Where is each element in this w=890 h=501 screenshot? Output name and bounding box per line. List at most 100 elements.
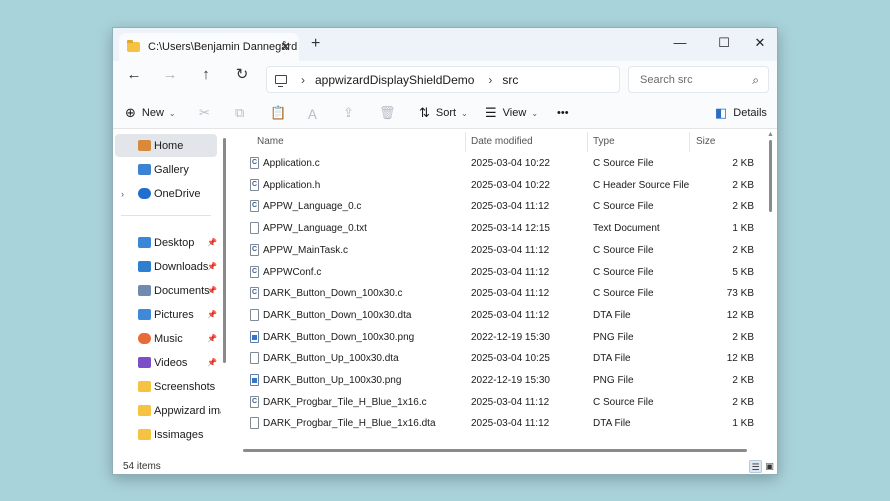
- table-row[interactable]: C Application.h 2025-03-04 10:22 C Header S…: [233, 174, 773, 196]
- column-divider[interactable]: [689, 132, 690, 152]
- horizontal-scrollbar[interactable]: [235, 447, 765, 453]
- back-button[interactable]: ←: [123, 64, 145, 86]
- breadcrumb-src[interactable]: src: [502, 73, 518, 87]
- file-date-modified: 2025-03-04 11:12: [471, 288, 550, 300]
- cut-button[interactable]: ✂: [199, 104, 216, 122]
- sidebar-item-videos[interactable]: Videos 📌: [115, 351, 217, 374]
- view-button[interactable]: ☰ View ⌄: [485, 104, 538, 122]
- sidebar-item-downloads[interactable]: Downloads 📌: [115, 255, 217, 278]
- column-header-date[interactable]: Date modified: [471, 136, 533, 147]
- sidebar-scrollbar[interactable]: [223, 138, 226, 363]
- folder-icon: [138, 429, 151, 440]
- search-input[interactable]: Search src: [640, 74, 693, 86]
- file-date-modified: 2025-03-04 11:12: [471, 266, 550, 278]
- refresh-button[interactable]: ↻: [231, 64, 253, 86]
- sort-button[interactable]: ⇅ Sort ⌄: [419, 104, 468, 122]
- column-header-type[interactable]: Type: [593, 136, 615, 147]
- close-window-button[interactable]: ✕: [745, 32, 775, 54]
- c-file-icon: C: [250, 265, 259, 278]
- table-row[interactable]: C Application.c 2025-03-04 10:22 C Source F…: [233, 152, 773, 174]
- tiles-view-button[interactable]: ▣: [763, 460, 776, 473]
- file-type: Text Document: [593, 223, 660, 235]
- table-row[interactable]: C DARK_Progbar_Tile_H_Blue_1x16.c 2025-03-…: [233, 391, 773, 413]
- sidebar-item-documents[interactable]: Documents 📌: [115, 279, 217, 302]
- sidebar-item-music[interactable]: Music 📌: [115, 327, 217, 350]
- table-row[interactable]: C APPWConf.c 2025-03-04 11:12 C Source File…: [233, 261, 773, 283]
- tab-current-folder[interactable]: C:\Users\Benjamin Dannegård ✕: [119, 33, 299, 61]
- sidebar-item-label: Gallery: [154, 163, 189, 176]
- sidebar-item-gallery[interactable]: Gallery: [115, 158, 217, 181]
- table-row[interactable]: DARK_Button_Up_100x30.dta 2025-03-04 10:2…: [233, 347, 773, 369]
- title-bar: C:\Users\Benjamin Dannegård ✕ + — ☐ ✕: [113, 28, 777, 61]
- rename-button[interactable]: Ａ: [306, 104, 325, 122]
- column-header-name[interactable]: Name: [257, 136, 284, 147]
- more-options-button[interactable]: •••: [557, 104, 569, 122]
- new-tab-button[interactable]: +: [311, 35, 320, 53]
- copy-button[interactable]: ⧉: [235, 104, 250, 122]
- table-row[interactable]: APPW_Language_0.txt 2025-03-14 12:15 Text …: [233, 217, 773, 239]
- pin-icon: 📌: [207, 262, 217, 271]
- file-type: PNG File: [593, 331, 634, 343]
- sidebar-item-label: Issimages: [154, 428, 204, 441]
- tab-close-icon[interactable]: ✕: [280, 39, 291, 55]
- music-icon: [138, 333, 151, 344]
- delete-button[interactable]: 🗑: [379, 104, 402, 122]
- sidebar-divider: [121, 215, 211, 216]
- table-row[interactable]: DARK_Progbar_Tile_H_Blue_1x16.dta 2025-03…: [233, 412, 773, 434]
- item-count: 54 items: [123, 461, 161, 472]
- file-size: 2 KB: [732, 158, 754, 169]
- breadcrumb-chevron-icon[interactable]: ›: [301, 73, 305, 87]
- pin-icon: 📌: [207, 334, 217, 343]
- table-row[interactable]: C DARK_Button_Down_100x30.c 2025-03-04 11:…: [233, 282, 773, 304]
- forward-button[interactable]: →: [159, 64, 181, 86]
- chevron-down-icon: ⌄: [531, 108, 539, 118]
- c-file-icon: C: [250, 178, 259, 191]
- sidebar-item-onedrive[interactable]: › OneDrive: [115, 182, 217, 205]
- column-header-size[interactable]: Size: [696, 136, 715, 147]
- up-button[interactable]: ↑: [195, 64, 217, 86]
- file-date-modified: 2025-03-04 10:22: [471, 158, 550, 169]
- file-name: APPWConf.c: [263, 266, 322, 278]
- file-size: 2 KB: [732, 396, 754, 408]
- sidebar-item-issimages[interactable]: Issimages: [115, 423, 217, 446]
- maximize-button[interactable]: ☐: [709, 32, 739, 54]
- file-size: 2 KB: [732, 244, 754, 256]
- table-row[interactable]: DARK_Button_Up_100x30.png 2022-12-19 15:3…: [233, 369, 773, 391]
- breadcrumb-chevron-icon[interactable]: ›: [488, 73, 492, 87]
- download-icon: [138, 261, 151, 272]
- table-row[interactable]: DARK_Button_Down_100x30.png 2022-12-19 15…: [233, 326, 773, 348]
- file-date-modified: 2025-03-04 11:12: [471, 418, 550, 430]
- details-view-button[interactable]: ☰: [749, 460, 762, 473]
- details-label: Details: [733, 107, 767, 119]
- sidebar-item-home[interactable]: Home: [115, 134, 217, 157]
- search-box[interactable]: Search src ⌕: [628, 66, 769, 93]
- file-name: APPW_Language_0.c: [263, 201, 362, 213]
- breadcrumb-appwizard[interactable]: appwizardDisplayShieldDemo: [315, 73, 474, 87]
- new-label: New: [141, 107, 164, 119]
- column-divider[interactable]: [465, 132, 466, 152]
- file-list-scrollbar[interactable]: [769, 140, 772, 212]
- sidebar-item-screenshots[interactable]: Screenshots: [115, 375, 217, 398]
- new-button[interactable]: ⊕ New ⌄: [125, 104, 176, 122]
- horizontal-scrollbar-thumb[interactable]: [243, 449, 747, 452]
- scissors-icon: ✂: [199, 105, 210, 120]
- expand-chevron-icon[interactable]: ›: [121, 189, 124, 199]
- paste-button[interactable]: 📋: [270, 104, 292, 122]
- minimize-button[interactable]: —: [665, 32, 695, 54]
- sidebar-item-pictures[interactable]: Pictures 📌: [115, 303, 217, 326]
- chevron-down-icon: ⌄: [461, 108, 468, 118]
- image-file-icon: [250, 374, 259, 386]
- file-size: 2 KB: [732, 201, 754, 213]
- table-row[interactable]: C APPW_Language_0.c 2025-03-04 11:12 C Sour…: [233, 195, 773, 217]
- scroll-up-icon[interactable]: ▲: [767, 131, 774, 138]
- sidebar-item-desktop[interactable]: Desktop 📌: [115, 231, 217, 254]
- sidebar-item-label: Appwizard imag: [154, 404, 221, 417]
- address-bar[interactable]: › appwizardDisplayShieldDemo › src: [266, 66, 620, 93]
- table-row[interactable]: DARK_Button_Down_100x30.dta 2025-03-04 11…: [233, 304, 773, 326]
- sidebar-item-appwizard-images[interactable]: Appwizard imag: [115, 399, 221, 422]
- column-divider[interactable]: [587, 132, 588, 152]
- file-date-modified: 2025-03-04 10:22: [471, 179, 550, 191]
- share-button[interactable]: ⇪: [343, 104, 360, 122]
- table-row[interactable]: C APPW_MainTask.c 2025-03-04 11:12 C Source…: [233, 239, 773, 261]
- details-pane-button[interactable]: ◧ Details: [715, 104, 767, 122]
